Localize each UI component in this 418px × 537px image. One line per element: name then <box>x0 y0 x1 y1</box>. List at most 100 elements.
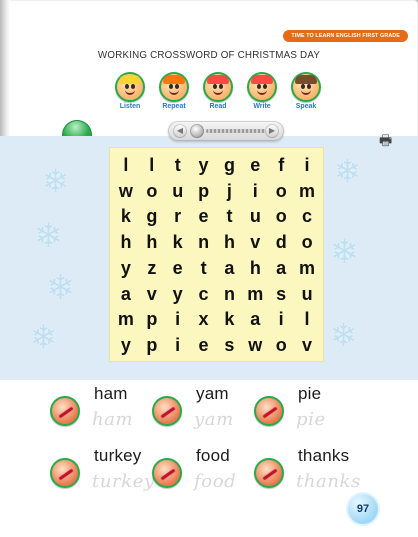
grid-cell[interactable]: a <box>113 281 139 307</box>
grid-cell[interactable]: e <box>242 152 268 178</box>
scrubber-knob-icon[interactable] <box>190 124 204 138</box>
pencil-icon <box>254 458 284 488</box>
word-print: food <box>196 446 230 465</box>
grid-cell[interactable]: h <box>139 229 165 255</box>
read-icon <box>203 72 233 102</box>
grid-cell[interactable]: y <box>113 255 139 281</box>
skill-label: Repeat <box>162 103 186 110</box>
skill-listen[interactable]: Listen <box>112 72 148 116</box>
pencil-icon <box>50 458 80 488</box>
snowflake-icon: ❄ <box>334 152 361 190</box>
grid-cell[interactable]: h <box>217 229 243 255</box>
grid-cell[interactable]: k <box>217 307 243 333</box>
snowflake-icon: ❄ <box>42 162 69 200</box>
mouth-icon <box>125 87 135 95</box>
grid-cell[interactable]: h <box>242 255 268 281</box>
grid-cell[interactable]: y <box>165 281 191 307</box>
grid-cell[interactable]: j <box>217 178 243 204</box>
end-icon[interactable]: ▶ <box>265 124 279 138</box>
grid-cell[interactable]: p <box>139 332 165 358</box>
grid-cell[interactable]: a <box>217 255 243 281</box>
grid-cell[interactable]: s <box>268 281 294 307</box>
grid-cell[interactable]: u <box>242 204 268 230</box>
write-hair <box>251 75 273 84</box>
grid-cell[interactable]: c <box>294 204 320 230</box>
printer-icon[interactable]: 🖶 <box>379 134 395 148</box>
grid-cell[interactable]: m <box>294 255 320 281</box>
grid-cell[interactable]: i <box>165 307 191 333</box>
word-print: pie <box>298 384 322 403</box>
grid-cell[interactable]: x <box>191 307 217 333</box>
grid-cell[interactable]: e <box>191 204 217 230</box>
grid-cell[interactable]: u <box>165 178 191 204</box>
grid-cell[interactable]: z <box>139 255 165 281</box>
word-item-thanks[interactable]: thanks thanks <box>254 446 374 502</box>
grid-cell[interactable]: v <box>242 229 268 255</box>
play-icon[interactable]: ◀ <box>173 124 187 138</box>
grid-cell[interactable]: d <box>268 229 294 255</box>
grid-cell[interactable]: a <box>268 255 294 281</box>
grid-cell[interactable]: i <box>294 152 320 178</box>
grid-cell[interactable]: m <box>294 178 320 204</box>
word-search-grid[interactable]: lltygefiwoupjiomkgretuochhknhvdoyzetaham… <box>113 152 320 358</box>
grid-cell[interactable]: m <box>242 281 268 307</box>
skill-speak[interactable]: Speak <box>288 72 324 116</box>
grid-cell[interactable]: l <box>139 152 165 178</box>
grid-cell[interactable]: g <box>217 152 243 178</box>
grid-cell[interactable]: i <box>242 178 268 204</box>
skills-row: Listen Repeat Read Write Speak <box>112 72 324 116</box>
grid-cell[interactable]: l <box>294 307 320 333</box>
word-print: thanks <box>298 446 350 465</box>
grid-cell[interactable]: y <box>113 332 139 358</box>
grid-cell[interactable]: c <box>191 281 217 307</box>
grid-cell[interactable]: o <box>268 204 294 230</box>
audio-track[interactable] <box>206 129 266 133</box>
grid-cell[interactable]: v <box>139 281 165 307</box>
grid-cell[interactable]: o <box>268 178 294 204</box>
grid-cell[interactable]: o <box>139 178 165 204</box>
grid-cell[interactable]: e <box>191 332 217 358</box>
grid-cell[interactable]: l <box>113 152 139 178</box>
skill-repeat[interactable]: Repeat <box>156 72 192 116</box>
skill-write[interactable]: Write <box>244 72 280 116</box>
grid-cell[interactable]: v <box>294 332 320 358</box>
grid-cell[interactable]: k <box>113 204 139 230</box>
pencil-icon <box>50 396 80 426</box>
word-trace: ham <box>92 409 134 430</box>
grid-cell[interactable]: k <box>165 229 191 255</box>
grid-cell[interactable]: y <box>191 152 217 178</box>
repeat-hair <box>163 75 185 84</box>
grid-cell[interactable]: w <box>242 332 268 358</box>
grid-cell[interactable]: w <box>113 178 139 204</box>
grid-cell[interactable]: g <box>139 204 165 230</box>
listen-icon <box>115 72 145 102</box>
audio-player[interactable]: ◀ ▶ <box>168 121 284 141</box>
grid-cell[interactable]: p <box>139 307 165 333</box>
word-trace: food <box>194 471 237 492</box>
snowflake-icon: ❄ <box>46 268 75 308</box>
grid-cell[interactable]: u <box>294 281 320 307</box>
grid-cell[interactable]: i <box>165 332 191 358</box>
grid-cell[interactable]: t <box>165 152 191 178</box>
grid-cell[interactable]: h <box>113 229 139 255</box>
grid-cell[interactable]: i <box>268 307 294 333</box>
grid-cell[interactable]: f <box>268 152 294 178</box>
mouth-icon <box>213 87 223 95</box>
grid-cell[interactable]: t <box>217 204 243 230</box>
grid-cell[interactable]: t <box>191 255 217 281</box>
grid-cell[interactable]: o <box>268 332 294 358</box>
grid-cell[interactable]: o <box>294 229 320 255</box>
speak-icon <box>291 72 321 102</box>
grid-cell[interactable]: e <box>165 255 191 281</box>
word-item-pie[interactable]: pie pie <box>254 384 374 440</box>
grid-cell[interactable]: p <box>191 178 217 204</box>
grid-cell[interactable]: n <box>217 281 243 307</box>
grid-cell[interactable]: s <box>217 332 243 358</box>
skill-read[interactable]: Read <box>200 72 236 116</box>
grid-cell[interactable]: n <box>191 229 217 255</box>
word-trace: turkey <box>92 471 155 492</box>
grid-cell[interactable]: m <box>113 307 139 333</box>
grid-cell[interactable]: a <box>242 307 268 333</box>
word-print: yam <box>196 384 229 403</box>
grid-cell[interactable]: r <box>165 204 191 230</box>
